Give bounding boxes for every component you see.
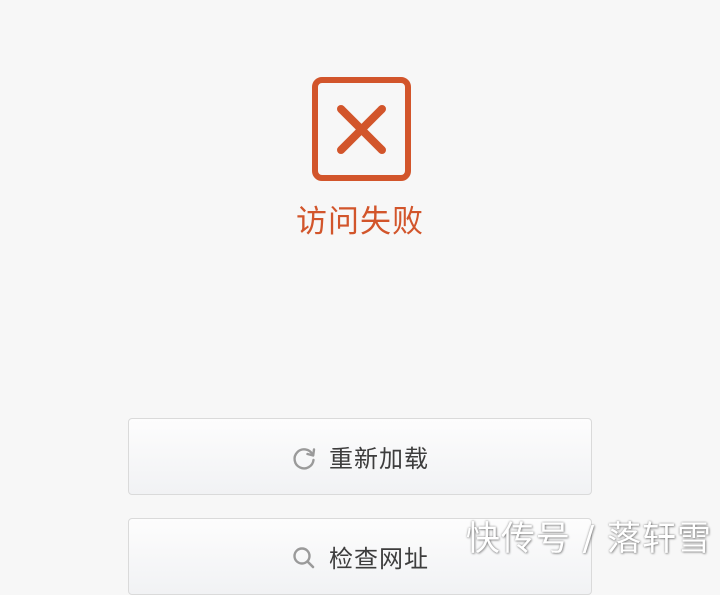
reload-button[interactable]: 重新加载: [128, 418, 592, 495]
refresh-icon: [291, 445, 317, 471]
watermark: 快传号 / 落轩雪: [465, 519, 712, 559]
error-x-icon: [312, 77, 411, 181]
reload-label: 重新加载: [329, 445, 429, 473]
error-title: 访问失败: [296, 204, 424, 240]
search-icon: [291, 545, 317, 571]
check-url-label: 检查网址: [329, 545, 429, 573]
